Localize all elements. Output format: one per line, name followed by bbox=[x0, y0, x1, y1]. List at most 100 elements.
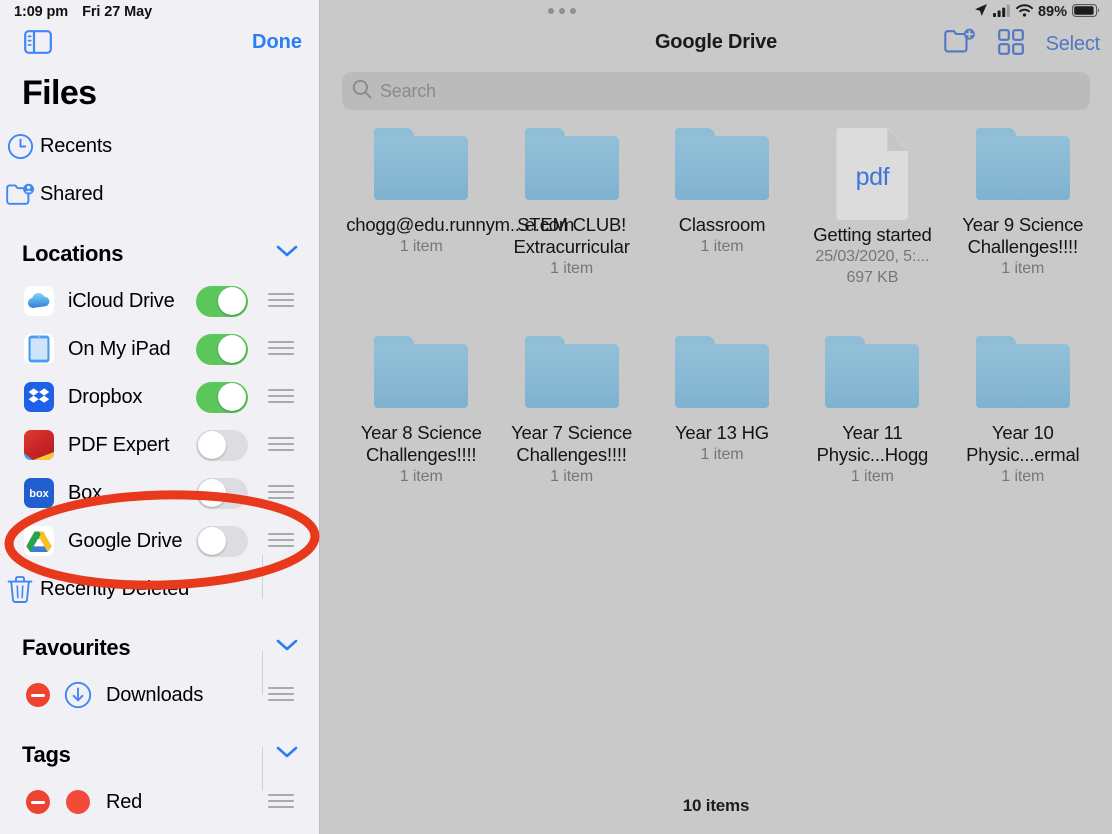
sidebar-section-favourites[interactable]: Favourites bbox=[0, 630, 320, 666]
item-count: 10 items bbox=[682, 796, 750, 815]
section-title: Favourites bbox=[22, 635, 131, 660]
reorder-handle[interactable] bbox=[268, 293, 294, 309]
file-item[interactable]: Year 10 Physic...ermal 1 item bbox=[948, 336, 1098, 487]
reorder-handle[interactable] bbox=[268, 533, 294, 549]
file-item[interactable]: Classroom 1 item bbox=[647, 128, 797, 288]
folder-icon bbox=[374, 336, 469, 408]
select-button[interactable]: Select bbox=[1046, 33, 1101, 56]
file-item[interactable]: Year 7 Science Challenges!!!! 1 item bbox=[496, 336, 646, 487]
section-title: Locations bbox=[22, 241, 124, 266]
file-name: chogg@edu.runnym...e.com bbox=[346, 214, 575, 235]
wifi-icon bbox=[1016, 3, 1033, 21]
sidebar-section-locations[interactable]: Locations bbox=[0, 236, 320, 272]
chevron-down-icon[interactable] bbox=[276, 244, 298, 263]
file-name: Year 11 Physic...Hogg bbox=[816, 422, 929, 465]
chevron-down-icon[interactable] bbox=[276, 745, 298, 764]
google-drive-icon bbox=[24, 526, 54, 556]
remove-favourite-button[interactable] bbox=[26, 683, 50, 707]
sidebar-item-label: Recents bbox=[40, 134, 112, 157]
multitasking-handle[interactable] bbox=[548, 8, 576, 14]
battery-icon bbox=[1072, 3, 1100, 21]
grid-view-icon[interactable] bbox=[997, 29, 1024, 60]
file-item[interactable]: STEM CLUB! Extracurricular 1 item bbox=[496, 128, 646, 288]
file-name: STEM CLUB! Extracurricular bbox=[513, 214, 630, 257]
file-name: Year 7 Science Challenges!!!! bbox=[511, 422, 633, 465]
box-toggle[interactable] bbox=[196, 477, 248, 509]
file-name: Year 10 Physic...ermal bbox=[966, 422, 1080, 465]
google-drive-toggle[interactable] bbox=[196, 525, 248, 557]
pdf-expert-toggle[interactable] bbox=[196, 429, 248, 461]
folder-icon bbox=[825, 336, 920, 408]
remove-tag-button[interactable] bbox=[26, 790, 50, 814]
section-title: Tags bbox=[22, 742, 71, 767]
sidebar-item-tag-red[interactable]: Red bbox=[0, 778, 320, 826]
new-folder-icon[interactable] bbox=[943, 28, 976, 61]
sidebar: 1:09 pm Fri 27 May Done Files Recents Sh… bbox=[0, 0, 320, 834]
sidebar-item-label: Shared bbox=[40, 182, 104, 205]
folder-icon bbox=[524, 128, 619, 200]
sidebar-item-recents[interactable]: Recents bbox=[0, 122, 320, 170]
ipad-icon bbox=[24, 334, 54, 364]
chevron-down-icon[interactable] bbox=[276, 638, 298, 657]
file-meta: 1 item bbox=[399, 468, 443, 485]
file-name: Year 8 Science Challenges!!!! bbox=[360, 422, 482, 465]
sidebar-item-pdf-expert[interactable]: PDF Expert bbox=[0, 421, 320, 469]
folder-icon bbox=[674, 128, 769, 200]
file-item[interactable]: chogg@edu.runnym...e.com 1 item bbox=[346, 128, 575, 288]
sidebar-item-label: iCloud Drive bbox=[68, 289, 175, 312]
search-input[interactable]: Search bbox=[380, 81, 436, 102]
dropbox-toggle[interactable] bbox=[196, 381, 248, 413]
file-name: Year 9 Science Challenges!!!! bbox=[962, 214, 1084, 257]
sidebar-item-recently-deleted[interactable]: Recently Deleted bbox=[0, 565, 320, 613]
cellular-bars-icon bbox=[992, 4, 1011, 21]
file-meta: 1 item bbox=[1001, 468, 1045, 485]
status-bar-left: 1:09 pm Fri 27 May bbox=[14, 4, 152, 20]
sidebar-item-google-drive[interactable]: Google Drive bbox=[0, 517, 320, 565]
file-name: Classroom bbox=[678, 214, 766, 235]
file-meta: 1 item bbox=[399, 238, 443, 255]
main-content: 89% Google Drive Select Search chogg@edu… bbox=[320, 0, 1112, 834]
file-meta: 1 item bbox=[850, 468, 894, 485]
sidebar-item-label: On My iPad bbox=[68, 337, 171, 360]
folder-icon bbox=[374, 128, 469, 200]
file-item[interactable]: Year 13 HG 1 item bbox=[647, 336, 797, 487]
reorder-handle[interactable] bbox=[268, 389, 294, 405]
file-item[interactable]: Year 9 Science Challenges!!!! 1 item bbox=[948, 128, 1098, 288]
red-dot-icon bbox=[66, 790, 90, 814]
reorder-handle[interactable] bbox=[268, 485, 294, 501]
done-button[interactable]: Done bbox=[252, 31, 302, 54]
sidebar-item-downloads[interactable]: Downloads bbox=[0, 671, 320, 719]
status-bar-right: 89% bbox=[974, 3, 1100, 21]
file-meta: 1 item bbox=[550, 260, 594, 277]
file-item[interactable]: Year 8 Science Challenges!!!! 1 item bbox=[346, 336, 496, 487]
sidebar-item-shared[interactable]: Shared bbox=[0, 170, 320, 218]
files-app-window: 1:09 pm Fri 27 May Done Files Recents Sh… bbox=[0, 0, 1112, 834]
on-my-ipad-toggle[interactable] bbox=[196, 333, 248, 365]
reorder-handle[interactable] bbox=[268, 794, 294, 810]
reorder-handle[interactable] bbox=[268, 437, 294, 453]
pdf-label: pdf bbox=[855, 162, 890, 191]
status-time: 1:09 pm bbox=[14, 4, 69, 20]
search-bar[interactable]: Search bbox=[342, 72, 1090, 110]
clock-icon bbox=[0, 133, 40, 160]
sidebar-toggle-icon[interactable] bbox=[24, 30, 52, 59]
icloud-drive-toggle[interactable] bbox=[196, 285, 248, 317]
file-meta: 1 item bbox=[700, 238, 744, 255]
sidebar-section-tags[interactable]: Tags bbox=[0, 737, 320, 773]
main-toolbar: Select bbox=[943, 28, 1101, 61]
folder-icon bbox=[975, 128, 1070, 200]
folder-icon bbox=[975, 336, 1070, 408]
sidebar-item-on-my-ipad[interactable]: On My iPad bbox=[0, 325, 320, 695]
file-meta: 1 item bbox=[550, 468, 594, 485]
sidebar-item-label: Box bbox=[68, 481, 102, 504]
sidebar-item-icloud-drive[interactable]: iCloud Drive bbox=[0, 277, 320, 599]
file-size: 697 KB bbox=[846, 269, 899, 286]
file-item[interactable]: pdf Getting started 25/03/2020, 5:... 69… bbox=[797, 128, 947, 288]
reorder-handle[interactable] bbox=[268, 687, 294, 703]
sidebar-topbar: Done bbox=[0, 28, 320, 68]
sidebar-item-label: Dropbox bbox=[68, 385, 143, 408]
file-item[interactable]: Year 11 Physic...Hogg 1 item bbox=[797, 336, 947, 487]
sidebar-item-box[interactable]: box Box bbox=[0, 469, 320, 517]
sidebar-item-dropbox[interactable]: Dropbox bbox=[0, 373, 320, 791]
reorder-handle[interactable] bbox=[268, 341, 294, 357]
